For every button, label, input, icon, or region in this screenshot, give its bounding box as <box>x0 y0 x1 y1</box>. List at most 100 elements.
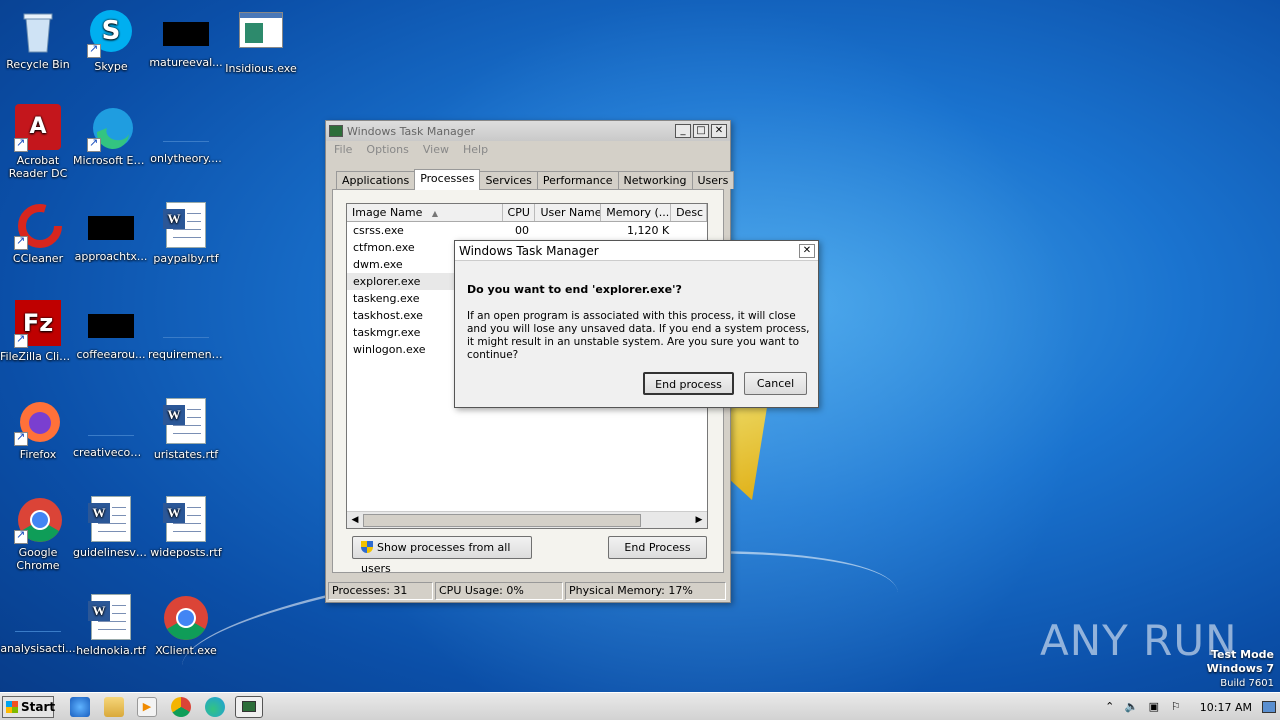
desktop-icon-coffeearou[interactable]: coffeearou... <box>73 300 149 361</box>
start-button[interactable]: Start <box>2 696 55 718</box>
media-player-icon[interactable]: ▶ <box>137 697 157 717</box>
desktop-icon-creativecom[interactable]: creativecom... <box>73 398 149 459</box>
menu-file[interactable]: File <box>334 143 352 157</box>
recycle-bin-icon <box>14 8 62 56</box>
scroll-left-icon[interactable]: ◀ <box>348 513 362 527</box>
desktop-icon-guidelinesvi[interactable]: W guidelinesvi... <box>73 496 149 559</box>
system-tray: ⌃ 🔈 ▣ ⚐ 10:17 AM <box>1102 693 1280 720</box>
chrome-icon <box>14 496 62 544</box>
menu-help[interactable]: Help <box>463 143 488 157</box>
shortcut-arrow-icon <box>14 332 28 348</box>
tab-users[interactable]: Users <box>691 171 735 189</box>
desktop-icon-matureeval[interactable]: matureeval... <box>148 8 224 69</box>
explorer-folder-icon[interactable] <box>104 697 124 717</box>
tab-services[interactable]: Services <box>479 171 538 189</box>
acrobat-icon: A <box>14 104 62 152</box>
file-icon <box>163 314 209 338</box>
scroll-right-icon[interactable]: ▶ <box>692 513 706 527</box>
firefox-icon <box>14 398 62 446</box>
edge-taskbar-icon[interactable] <box>205 697 225 717</box>
file-icon <box>88 412 134 436</box>
menu-options[interactable]: Options <box>366 143 408 157</box>
volume-icon[interactable]: 🔈 <box>1124 700 1140 714</box>
word-document-icon: W <box>88 496 131 542</box>
desktop-icon-acrobat[interactable]: A Acrobat Reader DC <box>0 104 76 180</box>
shortcut-arrow-icon <box>14 528 28 544</box>
desktop-icon-approachtx[interactable]: approachtx... <box>73 202 149 263</box>
clock[interactable]: 10:17 AM <box>1200 701 1252 714</box>
desktop-icon-wideposts[interactable]: W wideposts.rtf <box>148 496 224 559</box>
task-manager-titlebar[interactable]: Windows Task Manager _ □ ✕ <box>326 121 730 141</box>
process-row[interactable]: csrss.exe 00 1,120 K <box>347 222 707 239</box>
action-center-flag-icon[interactable]: ⚐ <box>1168 700 1184 714</box>
task-manager-title: Windows Task Manager <box>347 124 476 138</box>
word-document-icon: W <box>163 398 206 444</box>
ie-icon[interactable] <box>70 697 90 717</box>
skype-icon: S <box>87 10 135 58</box>
task-manager-taskbar-button[interactable] <box>235 696 263 718</box>
menu-view[interactable]: View <box>423 143 449 157</box>
taskbar: Start ▶ ⌃ 🔈 ▣ ⚐ 10:17 AM <box>0 692 1280 720</box>
desktop-icon-onlytheory[interactable]: onlytheory.... <box>148 104 224 165</box>
end-process-button[interactable]: End Process <box>608 536 707 559</box>
show-hidden-icons-icon[interactable]: ⌃ <box>1102 700 1118 714</box>
anyrun-watermark: ANY RUN <box>1040 616 1238 665</box>
desktop-icon-chrome[interactable]: Google Chrome <box>0 496 76 572</box>
status-bar: Processes: 31 CPU Usage: 0% Physical Mem… <box>328 582 728 600</box>
desktop-icon-analysisacti[interactable]: analysisacti... <box>0 594 76 655</box>
column-memory[interactable]: Memory (... <box>601 204 672 221</box>
desktop-icon-filezilla[interactable]: Fz FileZilla Client <box>0 300 76 363</box>
build-number-text: Build 7601 <box>1220 678 1274 689</box>
uac-shield-icon <box>361 541 373 553</box>
desktop-icon-recycle-bin[interactable]: Recycle Bin <box>0 8 76 71</box>
dialog-titlebar[interactable]: Windows Task Manager ✕ <box>455 241 818 261</box>
column-description[interactable]: Desc <box>671 204 707 221</box>
file-icon <box>163 22 209 46</box>
desktop-icon-ccleaner[interactable]: CCleaner <box>0 202 76 265</box>
shortcut-arrow-icon <box>14 136 28 152</box>
show-desktop-icon[interactable] <box>1262 701 1276 713</box>
network-icon[interactable]: ▣ <box>1146 700 1162 714</box>
cancel-button[interactable]: Cancel <box>744 372 807 395</box>
filezilla-icon: Fz <box>14 300 62 348</box>
minimize-button[interactable]: _ <box>675 124 691 138</box>
confirm-end-process-button[interactable]: End process <box>643 372 734 395</box>
column-user-name[interactable]: User Name <box>535 204 602 221</box>
word-document-icon: W <box>163 496 206 542</box>
desktop-icon-uristates[interactable]: W uristates.rtf <box>148 398 224 461</box>
column-image-name[interactable]: Image Name ▲ <box>347 204 503 221</box>
windows-version-text: Windows 7 <box>1206 662 1274 675</box>
close-button[interactable]: ✕ <box>711 124 727 138</box>
status-physical-memory: Physical Memory: 17% <box>565 582 726 600</box>
desktop-icon-paypalby[interactable]: W paypalby.rtf <box>148 202 224 265</box>
tab-processes[interactable]: Processes <box>414 169 481 190</box>
dialog-message: If an open program is associated with th… <box>467 310 810 361</box>
status-cpu-usage: CPU Usage: 0% <box>435 582 563 600</box>
tab-performance[interactable]: Performance <box>536 171 619 189</box>
desktop-icon-insidious[interactable]: Insidious.exe <box>223 8 299 75</box>
column-cpu[interactable]: CPU <box>503 204 536 221</box>
dialog-close-button[interactable]: ✕ <box>799 243 815 258</box>
horizontal-scrollbar[interactable]: ◀ ▶ <box>347 511 707 528</box>
desktop-icon-requirement[interactable]: requirement... <box>148 300 224 361</box>
desktop-icon-xclient[interactable]: XClient.exe <box>148 594 224 657</box>
desktop-icon-firefox[interactable]: Firefox <box>0 398 76 461</box>
desktop-icon-heldnokia[interactable]: W heldnokia.rtf <box>73 594 149 657</box>
desktop-icon-skype[interactable]: S Skype <box>73 8 149 73</box>
file-icon <box>15 608 61 632</box>
show-all-processes-button[interactable]: Show processes from all users <box>352 536 532 575</box>
end-process-dialog: Windows Task Manager ✕ Do you want to en… <box>454 240 819 408</box>
maximize-button[interactable]: □ <box>693 124 709 138</box>
menu-bar: File Options View Help <box>326 141 730 159</box>
word-document-icon: W <box>88 594 131 640</box>
tab-networking[interactable]: Networking <box>617 171 693 189</box>
tab-strip: Applications Processes Services Performa… <box>336 169 735 190</box>
file-icon <box>88 216 134 240</box>
dialog-question: Do you want to end 'explorer.exe'? <box>467 283 682 296</box>
ccleaner-icon <box>14 202 62 250</box>
process-list-header: Image Name ▲ CPU User Name Memory (... D… <box>347 204 707 222</box>
scrollbar-thumb[interactable] <box>363 514 641 527</box>
tab-applications[interactable]: Applications <box>336 171 416 189</box>
desktop-icon-edge[interactable]: Microsoft Edge <box>73 104 149 167</box>
chrome-taskbar-icon[interactable] <box>171 697 191 717</box>
